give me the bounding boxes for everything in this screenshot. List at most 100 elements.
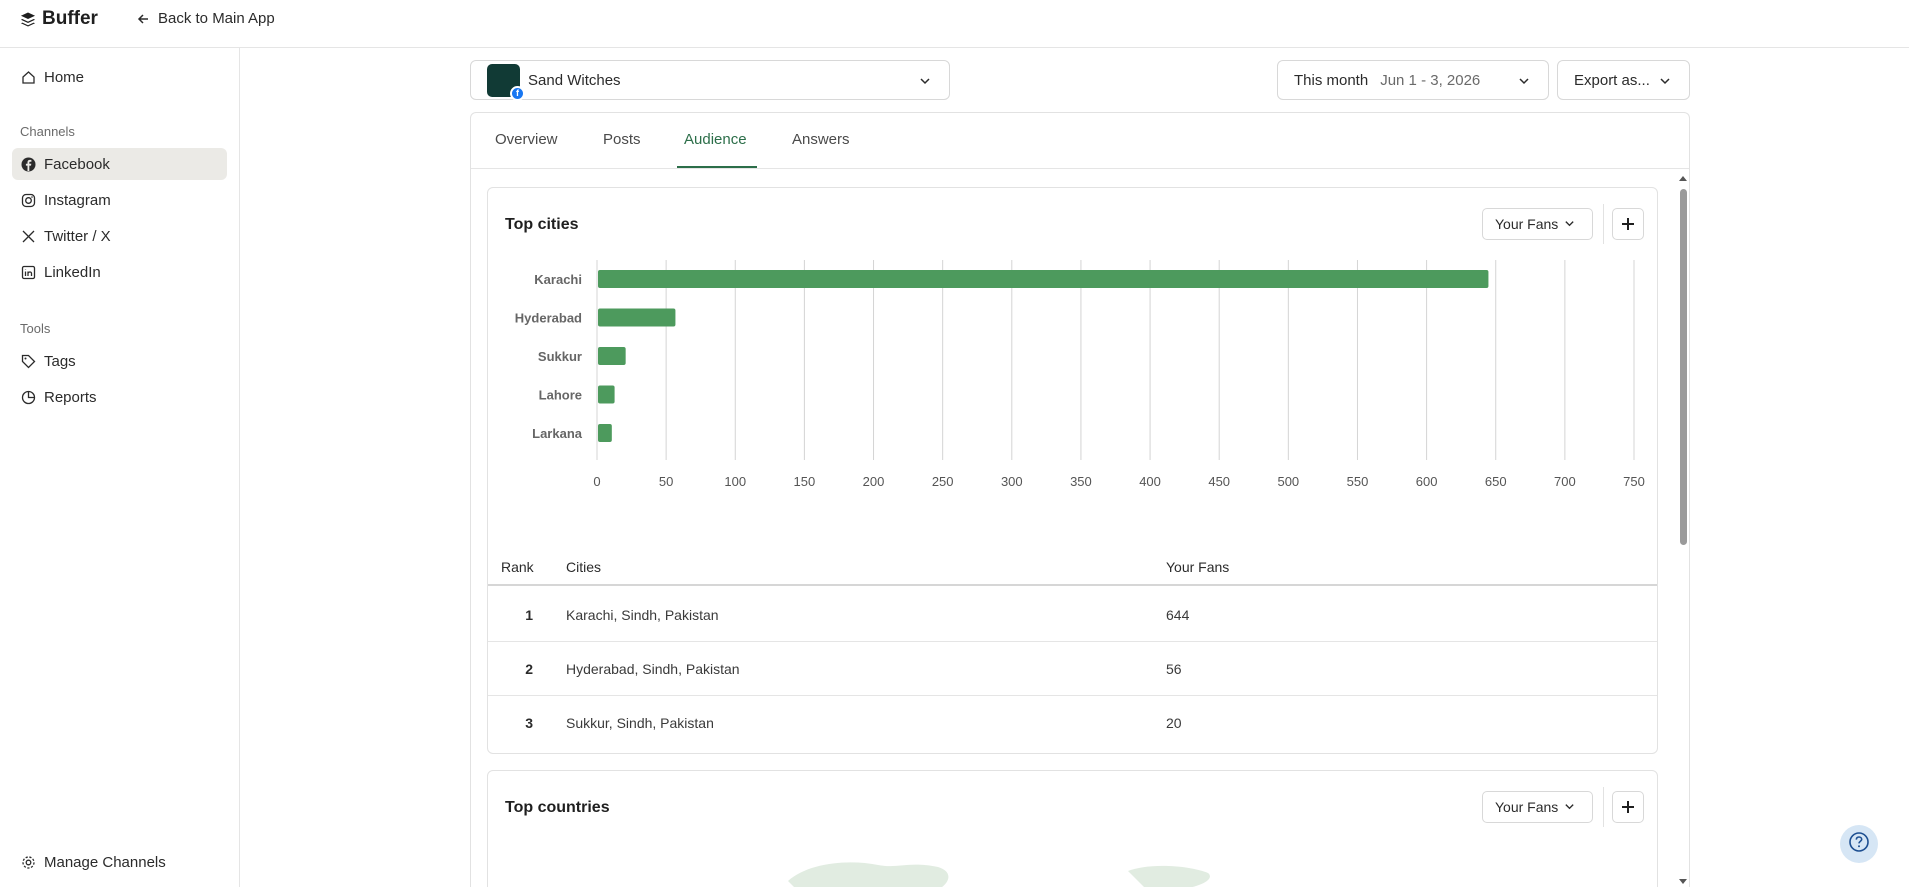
x-tick-label: 700 xyxy=(1554,474,1576,489)
sidebar-item-label: Twitter / X xyxy=(44,227,111,245)
x-tick-label: 600 xyxy=(1416,474,1438,489)
card-title: Top countries xyxy=(505,799,610,816)
tab-audience[interactable]: Audience xyxy=(684,131,747,148)
plus-icon xyxy=(1621,211,1635,237)
metric-label: Your Fans xyxy=(1495,216,1559,232)
row-city: Karachi, Sindh, Pakistan xyxy=(566,607,719,623)
scroll-up-icon[interactable] xyxy=(1677,173,1689,183)
tab-posts[interactable]: Posts xyxy=(603,131,641,148)
facebook-icon xyxy=(20,156,36,172)
tab-bar: Overview Posts Audience Answers xyxy=(471,113,1689,169)
row-fans: 56 xyxy=(1166,661,1182,677)
sidebar-item-label: Instagram xyxy=(44,191,111,209)
bar-karachi[interactable] xyxy=(598,270,1489,288)
x-tick-label: 0 xyxy=(593,474,600,489)
sidebar-item-linkedin[interactable]: LinkedIn xyxy=(12,256,227,288)
table-row: 3 Sukkur, Sindh, Pakistan 20 xyxy=(488,696,1657,750)
sidebar-item-label: Tags xyxy=(44,352,76,370)
x-tick-label: 50 xyxy=(659,474,673,489)
row-fans: 644 xyxy=(1166,607,1190,623)
sidebar-item-twitter[interactable]: Twitter / X xyxy=(12,220,227,252)
top-bar: Buffer Back to Main App xyxy=(0,0,1909,48)
x-tick-label: 250 xyxy=(932,474,954,489)
channel-avatar: f xyxy=(487,63,525,101)
add-to-report-button[interactable] xyxy=(1612,791,1644,823)
top-countries-card: Top countries Your Fans xyxy=(487,770,1658,887)
divider xyxy=(1603,787,1604,827)
x-tick-label: 450 xyxy=(1208,474,1230,489)
row-rank: 1 xyxy=(525,607,533,623)
sidebar-item-reports[interactable]: Reports xyxy=(12,381,227,413)
bar-sukkur[interactable] xyxy=(598,347,626,365)
home-icon xyxy=(20,69,36,85)
divider xyxy=(1603,204,1604,244)
channels-heading: Channels xyxy=(20,124,75,139)
reports-icon xyxy=(20,389,36,405)
y-category-label: Larkana xyxy=(532,426,583,441)
export-button[interactable]: Export as... xyxy=(1557,60,1690,100)
date-range-value: Jun 1 - 3, 2026 xyxy=(1380,71,1481,89)
bar-hyderabad[interactable] xyxy=(598,308,676,327)
date-range-selector[interactable]: This month Jun 1 - 3, 2026 xyxy=(1277,60,1549,100)
metric-selector[interactable]: Your Fans xyxy=(1482,791,1593,823)
y-category-label: Karachi xyxy=(534,272,582,287)
row-rank: 2 xyxy=(525,661,533,677)
sidebar: Home Channels Facebook Instagram Twitter… xyxy=(0,48,240,887)
help-button[interactable] xyxy=(1840,825,1878,863)
chevron-down-icon xyxy=(1659,74,1671,91)
x-tick-label: 150 xyxy=(794,474,816,489)
sidebar-item-label: LinkedIn xyxy=(44,263,101,281)
x-tick-label: 350 xyxy=(1070,474,1092,489)
top-cities-bar-chart: 0 50 100 150 200 250 300 350 400 450 500 550 600 650 7… xyxy=(515,260,1645,489)
chevron-down-icon xyxy=(1518,74,1530,91)
chevron-down-icon xyxy=(919,74,931,91)
bar-lahore[interactable] xyxy=(598,385,615,404)
column-header-rank[interactable]: Rank xyxy=(501,559,534,575)
tab-answers[interactable]: Answers xyxy=(792,131,850,148)
bar-larkana[interactable] xyxy=(598,424,612,442)
linkedin-icon xyxy=(20,264,36,280)
column-header-fans[interactable]: Your Fans xyxy=(1166,559,1229,575)
column-header-cities[interactable]: Cities xyxy=(566,559,601,575)
x-tick-label: 400 xyxy=(1139,474,1161,489)
gear-icon xyxy=(20,854,36,870)
scrollbar-thumb[interactable] xyxy=(1680,189,1687,545)
active-tab-indicator xyxy=(677,166,757,168)
tag-icon xyxy=(20,353,36,369)
x-tick-label: 300 xyxy=(1001,474,1023,489)
period-label: This month xyxy=(1294,71,1369,89)
metric-selector[interactable]: Your Fans xyxy=(1482,208,1593,240)
back-to-main-app-link[interactable]: Back to Main App xyxy=(135,10,275,27)
buffer-logo[interactable]: Buffer xyxy=(20,8,98,30)
sidebar-item-tags[interactable]: Tags xyxy=(12,345,227,377)
x-tick-label: 650 xyxy=(1485,474,1507,489)
sidebar-item-label: Home xyxy=(44,68,85,86)
x-tick-label: 100 xyxy=(724,474,746,489)
x-icon xyxy=(20,228,36,244)
tab-overview[interactable]: Overview xyxy=(495,131,558,148)
chevron-down-icon xyxy=(1564,799,1575,815)
card-title: Top cities xyxy=(505,216,579,233)
arrow-left-icon xyxy=(135,11,151,27)
add-to-report-button[interactable] xyxy=(1612,208,1644,240)
x-tick-label: 550 xyxy=(1347,474,1369,489)
x-tick-label: 500 xyxy=(1277,474,1299,489)
logo-text: Buffer xyxy=(42,8,98,29)
plus-icon xyxy=(1621,794,1635,820)
y-category-label: Hyderabad xyxy=(515,311,582,326)
sidebar-item-facebook[interactable]: Facebook xyxy=(12,148,227,180)
channel-selector[interactable]: f Sand Witches xyxy=(470,60,950,101)
table-row: 1 Karachi, Sindh, Pakistan 644 xyxy=(488,588,1657,642)
help-icon xyxy=(1848,831,1870,858)
y-category-label: Lahore xyxy=(539,388,582,403)
sidebar-item-label: Facebook xyxy=(44,155,110,173)
table-row: 2 Hyderabad, Sindh, Pakistan 56 xyxy=(488,642,1657,696)
manage-channels-link[interactable]: Manage Channels xyxy=(12,846,227,878)
metric-label: Your Fans xyxy=(1495,799,1559,815)
scroll-down-icon[interactable] xyxy=(1677,877,1689,887)
scrollbar[interactable] xyxy=(1677,173,1689,887)
sidebar-item-instagram[interactable]: Instagram xyxy=(12,184,227,216)
instagram-icon xyxy=(20,192,36,208)
sidebar-item-home[interactable]: Home xyxy=(12,61,227,93)
sidebar-item-label: Reports xyxy=(44,388,97,406)
